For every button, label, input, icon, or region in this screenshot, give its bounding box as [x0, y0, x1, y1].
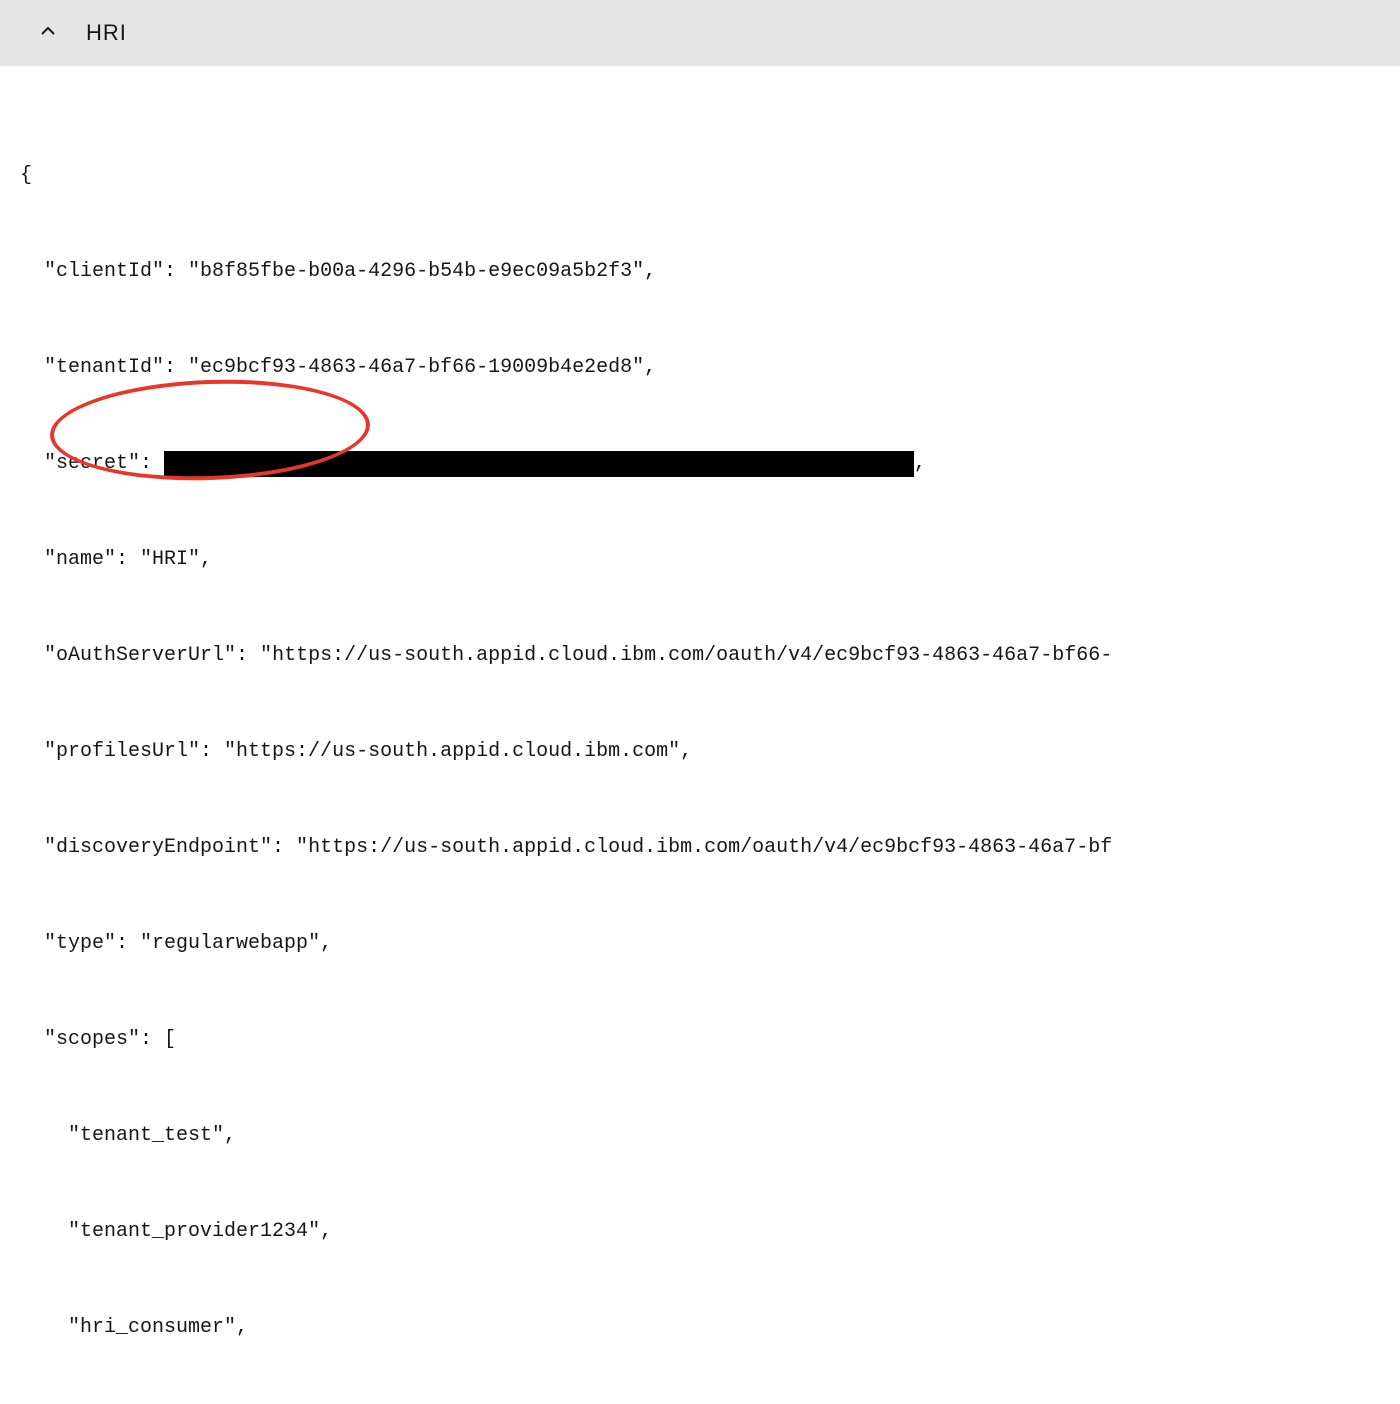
header-title: HRI [86, 20, 127, 46]
json-tenantid-line: "tenantId": "ec9bcf93-4863-46a7-bf66-190… [20, 352, 1380, 384]
json-secret-line: "secret": , [20, 448, 1380, 480]
json-clientid-line: "clientId": "b8f85fbe-b00a-4296-b54b-e9e… [20, 256, 1380, 288]
json-type-line: "type": "regularwebapp", [20, 928, 1380, 960]
json-scopes-open: "scopes": [ [20, 1024, 1380, 1056]
json-profilesurl-line: "profilesUrl": "https://us-south.appid.c… [20, 736, 1380, 768]
discoveryendpoint-value: "https://us-south.appid.cloud.ibm.com/oa… [296, 832, 1112, 864]
tenantid-value: "ec9bcf93-4863-46a7-bf66-19009b4e2ed8", [188, 352, 656, 384]
json-scope-2: "hri_consumer", [20, 1312, 1380, 1344]
accordion-header[interactable]: HRI [0, 0, 1400, 66]
chevron-up-icon [40, 22, 56, 45]
json-open-brace: { [20, 160, 1380, 192]
json-oauthurl-line: "oAuthServerUrl": "https://us-south.appi… [20, 640, 1380, 672]
clientid-value: "b8f85fbe-b00a-4296-b54b-e9ec09a5b2f3", [188, 256, 656, 288]
json-name-line: "name": "HRI", [20, 544, 1380, 576]
json-scope-1: "tenant_provider1234", [20, 1216, 1380, 1248]
oauthurl-value: "https://us-south.appid.cloud.ibm.com/oa… [260, 640, 1112, 672]
type-value: "regularwebapp", [140, 928, 332, 960]
json-scope-0: "tenant_test", [20, 1120, 1380, 1152]
json-code-block: { "clientId": "b8f85fbe-b00a-4296-b54b-e… [20, 96, 1380, 1404]
redacted-secret [164, 451, 914, 477]
profilesurl-value: "https://us-south.appid.cloud.ibm.com", [224, 736, 692, 768]
json-content-area: { "clientId": "b8f85fbe-b00a-4296-b54b-e… [0, 66, 1400, 1404]
name-value: "HRI", [140, 544, 212, 576]
json-discoveryendpoint-line: "discoveryEndpoint": "https://us-south.a… [20, 832, 1380, 864]
